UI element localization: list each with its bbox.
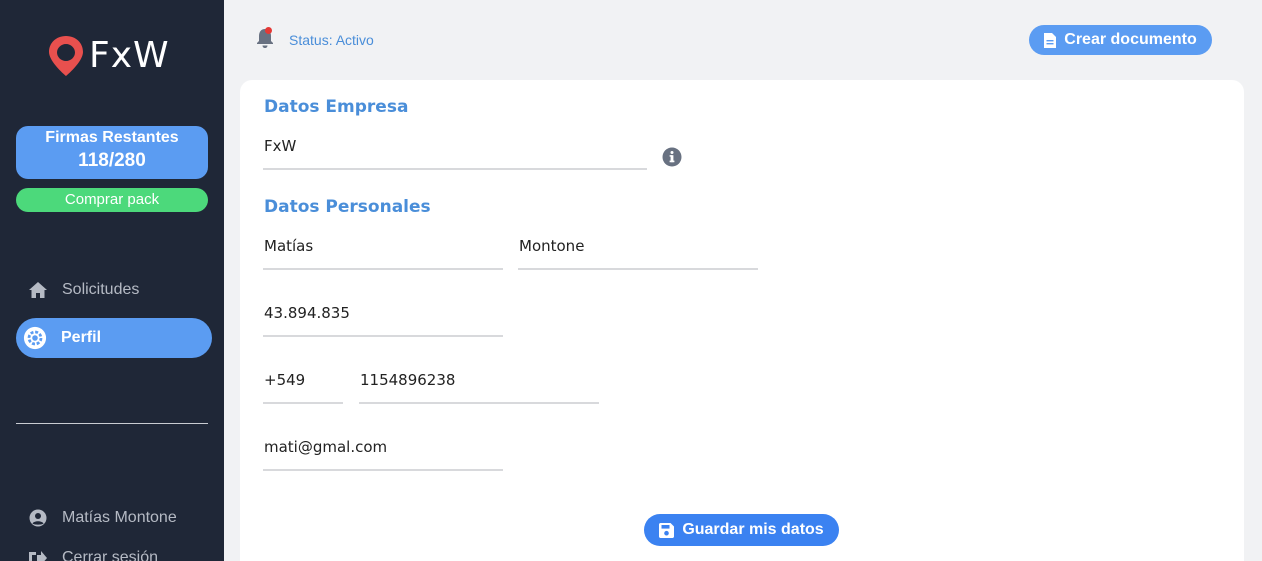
phone-number-field[interactable] <box>359 368 599 404</box>
save-icon <box>659 522 675 538</box>
notification-dot <box>265 27 272 34</box>
logout-label: Cerrar sesión <box>62 549 159 561</box>
save-data-button[interactable]: Guardar mis datos <box>644 514 839 546</box>
location-pin-icon <box>49 36 83 76</box>
info-icon[interactable] <box>662 147 682 167</box>
email-field[interactable] <box>263 435 503 471</box>
document-icon <box>1044 32 1057 48</box>
sidebar: FxW Firmas Restantes 118/280 Comprar pac… <box>0 0 224 561</box>
sidebar-item-label: Solicitudes <box>62 281 140 298</box>
create-document-button[interactable]: Crear documento <box>1029 25 1212 55</box>
sidebar-item-solicitudes[interactable]: Solicitudes <box>16 270 212 310</box>
company-section-title: Datos Empresa <box>264 97 409 117</box>
credits-count: 118/280 <box>78 150 146 171</box>
company-name-field[interactable] <box>263 134 647 170</box>
phone-code-field[interactable] <box>263 368 343 404</box>
logout-icon <box>26 546 50 561</box>
logout-item[interactable]: Cerrar sesión <box>16 538 212 561</box>
credits-title: Firmas Restantes <box>45 129 179 146</box>
document-id-field[interactable] <box>263 301 503 337</box>
brand-name: FxW <box>89 35 170 76</box>
gear-icon <box>23 326 47 350</box>
user-profile-item[interactable]: Matías Montone <box>16 498 212 538</box>
sidebar-divider <box>16 423 208 424</box>
personal-section-title: Datos Personales <box>264 197 431 217</box>
home-icon <box>26 278 50 302</box>
create-document-label: Crear documento <box>1064 31 1197 48</box>
first-name-field[interactable] <box>263 234 503 270</box>
sidebar-item-label: Perfil <box>61 329 102 346</box>
user-name: Matías Montone <box>62 509 177 526</box>
brand-logo[interactable]: FxW <box>46 33 170 79</box>
sidebar-item-perfil[interactable]: Perfil <box>16 318 212 358</box>
save-data-label: Guardar mis datos <box>682 521 824 538</box>
credits-card: Firmas Restantes 118/280 <box>16 126 208 179</box>
buy-pack-button[interactable]: Comprar pack <box>16 188 208 212</box>
last-name-field[interactable] <box>518 234 758 270</box>
user-circle-icon <box>26 506 50 530</box>
status-text: Status: Activo <box>289 32 374 48</box>
